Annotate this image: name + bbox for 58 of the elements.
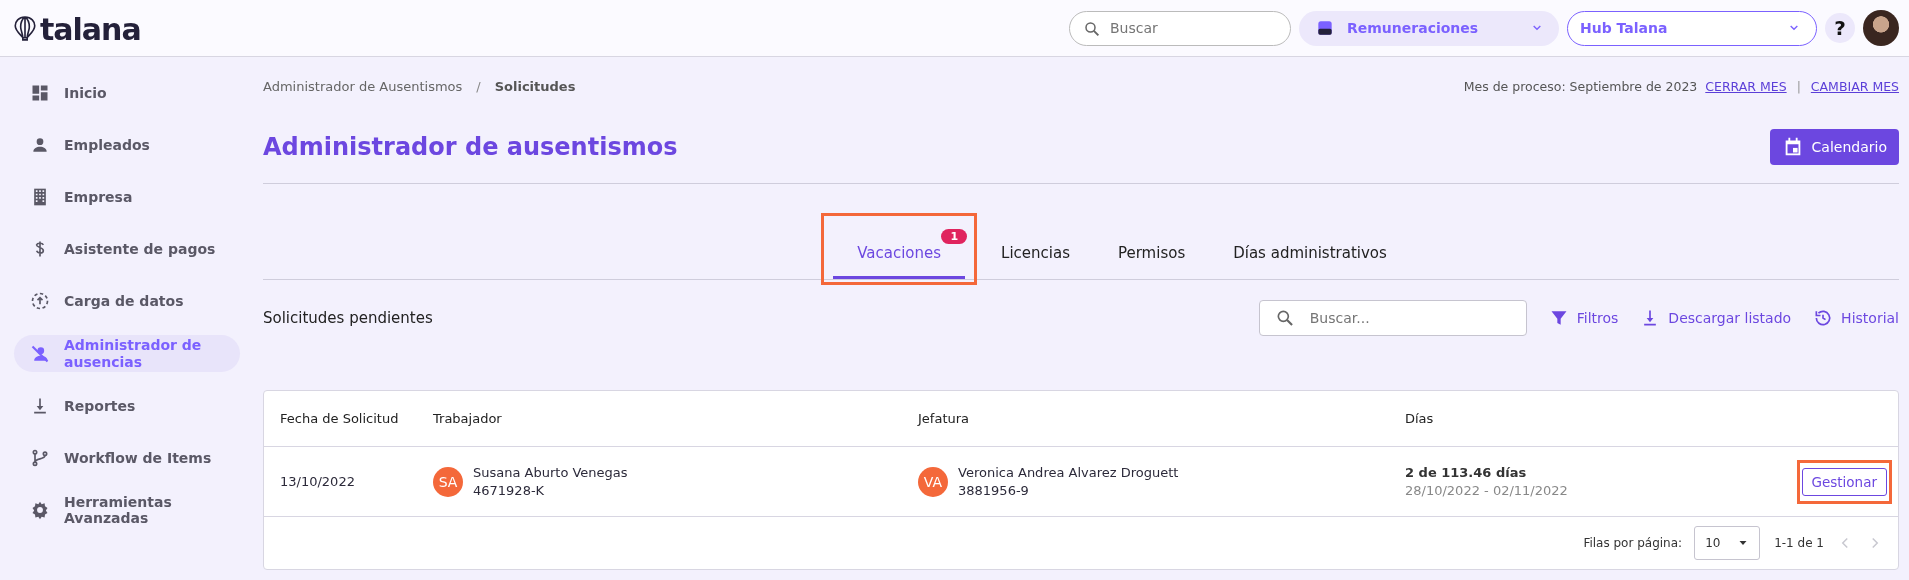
calendar-button[interactable]: Calendario xyxy=(1769,129,1899,165)
column-header: Trabajador xyxy=(432,411,503,426)
hub-dropdown[interactable]: Hub Talana xyxy=(1567,10,1817,46)
avatar[interactable] xyxy=(1863,10,1899,46)
upload-icon xyxy=(30,291,50,311)
settings-icon xyxy=(30,500,50,520)
logo-text: talana xyxy=(40,15,141,45)
person-id: 3881956-9 xyxy=(958,483,1030,498)
tab[interactable]: Permisos xyxy=(1093,239,1210,279)
person-off-icon xyxy=(30,343,50,364)
sidebar-item[interactable]: Workflow de Items xyxy=(14,436,238,480)
action-button[interactable]: Descargar listado xyxy=(1640,308,1792,328)
column-header: Jefatura xyxy=(916,411,971,426)
link[interactable]: CAMBIAR MES xyxy=(1810,78,1899,94)
manage-button[interactable]: Gestionar xyxy=(1801,467,1887,496)
sidebar-item[interactable]: Asistente de pagos xyxy=(14,227,238,271)
sidebar-item[interactable]: Reportes xyxy=(14,384,238,428)
page-title: Administrador de ausentismos xyxy=(263,133,678,161)
person-icon xyxy=(30,135,50,155)
sidebar-item[interactable]: Empresa xyxy=(14,175,238,219)
person-id: 4671928-K xyxy=(473,483,546,498)
sidebar-item[interactable]: Herramientas Avanzadas xyxy=(14,488,238,532)
avatar: SA xyxy=(433,466,463,497)
avatar: VA xyxy=(918,466,948,497)
action-button[interactable]: Historial xyxy=(1813,308,1899,328)
module-dropdown[interactable]: Remuneraciones xyxy=(1299,10,1559,46)
breadcrumb-current: Solicitudes xyxy=(494,78,576,94)
page-range: 1-1 de 1 xyxy=(1774,536,1824,550)
section-title: Solicitudes pendientes xyxy=(263,309,433,327)
separator: | xyxy=(1796,78,1801,94)
dashboard-icon xyxy=(30,83,50,103)
sidebar-item[interactable]: Inicio xyxy=(14,71,238,115)
tab[interactable]: Días administrativos xyxy=(1209,239,1411,279)
box-icon xyxy=(1315,18,1335,38)
count-badge: 1 xyxy=(941,229,968,244)
person-name: Susana Aburto Venegas xyxy=(473,465,628,480)
action-button[interactable]: Filtros xyxy=(1548,308,1619,328)
rows-per-page-select[interactable]: 10 xyxy=(1694,526,1761,560)
sidebar-item[interactable]: Carga de datos xyxy=(14,279,238,323)
link[interactable]: CERRAR MES xyxy=(1705,78,1787,94)
table-cell-text: 13/10/2022 xyxy=(279,474,356,489)
process-month: Mes de proceso: Septiembre de 2023 xyxy=(1463,78,1698,94)
breadcrumb-separator: / xyxy=(476,78,481,94)
branch-icon xyxy=(30,448,50,468)
sidebar-item[interactable]: Administrador de ausencias xyxy=(14,335,240,372)
help-button[interactable]: ? xyxy=(1825,13,1855,43)
breadcrumb-link[interactable]: Administrador de Ausentismos xyxy=(263,78,463,94)
search-field[interactable]: Buscar xyxy=(1069,10,1291,46)
search-field[interactable]: Buscar... xyxy=(1258,300,1527,336)
person-name: Veronica Andrea Alvarez Droguett xyxy=(958,465,1179,480)
days-count: 2 de 113.46 días xyxy=(1405,465,1528,480)
rows-per-page-label: Filas por página: xyxy=(1583,536,1683,550)
tab[interactable]: Licencias xyxy=(977,239,1094,279)
search-icon xyxy=(1083,19,1101,38)
date-range: 28/10/2022 - 02/11/2022 xyxy=(1405,483,1569,498)
column-header: Fecha de Solicitud xyxy=(279,411,400,426)
column-header: Días xyxy=(1404,411,1435,426)
sidebar-item[interactable]: Empleados xyxy=(14,123,238,167)
